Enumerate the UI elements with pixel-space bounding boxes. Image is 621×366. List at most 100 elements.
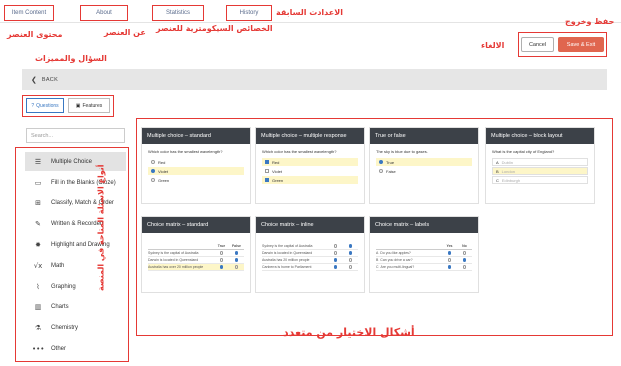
card-title: Multiple choice – block layout xyxy=(486,128,594,144)
annotation-about-item: عن العنصر xyxy=(104,28,146,37)
sidebar-item-label: Charts xyxy=(51,303,69,310)
sidebar-item[interactable]: ⌇ Graphing xyxy=(25,277,126,296)
matrix-header: True False xyxy=(148,243,244,250)
list-icon: ☰ xyxy=(34,157,42,166)
sidebar-item[interactable]: ☰ Multiple Choice xyxy=(25,152,126,171)
option-label: Violet xyxy=(158,168,168,174)
option-label: Dublin xyxy=(501,159,514,165)
search-input[interactable]: Search... xyxy=(26,128,125,143)
option-label: Red xyxy=(158,159,166,165)
option-letter: A xyxy=(496,159,499,165)
features-toggle[interactable]: ▣ Features xyxy=(68,98,110,113)
option-row: Red xyxy=(262,158,358,166)
option-label: False xyxy=(386,168,396,174)
annotation-question-features: السؤال والمميزات xyxy=(35,54,107,63)
annotation-cancel: الالغاء xyxy=(481,41,505,50)
matrix-row-letter: A xyxy=(376,251,379,255)
more-icon: ••• xyxy=(32,344,45,353)
matrix-row-label: Are you multi-lingual? xyxy=(380,265,415,269)
card-matrix-inline[interactable]: Choice matrix – inline Sydney is the cap… xyxy=(256,217,364,292)
matrix-col-label: Yes xyxy=(446,244,453,248)
highlight-icon: ✸ xyxy=(35,240,41,249)
chevron-left-icon: ❮ xyxy=(31,76,37,84)
graph-icon: ⌇ xyxy=(36,282,40,291)
sidebar-item[interactable]: ▭ Fill in the Blanks (Cloze) xyxy=(25,173,126,192)
back-bar[interactable]: ❮ BACK xyxy=(22,69,607,90)
matrix-row-letter: B xyxy=(376,258,379,262)
sidebar-item[interactable]: ••• Other xyxy=(25,339,126,358)
save-exit-button[interactable]: Save & Exit xyxy=(558,37,604,52)
sidebar-item-label: Multiple Choice xyxy=(51,158,93,165)
annotation-psychometric: الخصائص السيكومترية للعنصر xyxy=(156,24,273,33)
cancel-button[interactable]: Cancel xyxy=(521,37,554,52)
radio-icon xyxy=(379,160,383,164)
matrix-row-label: Canberra is home to Parliament xyxy=(262,265,312,269)
questions-toggle[interactable]: ? Questions xyxy=(26,98,64,113)
sidebar-item[interactable]: ▥ Charts xyxy=(25,297,126,316)
card-mc-standard[interactable]: Multiple choice – standard Which color h… xyxy=(142,128,250,203)
option-letter: C xyxy=(496,177,499,183)
option-row: False xyxy=(376,167,472,175)
pencil-icon: ✎ xyxy=(35,219,41,228)
sidebar-item[interactable]: ✎ Written & Recorded xyxy=(25,214,126,233)
matrix-row-label: Sydney is the capital of Australia xyxy=(262,244,313,248)
matrix-row: Australia has 20 million people xyxy=(262,257,358,264)
radio-icon xyxy=(151,160,155,164)
card-matrix-standard[interactable]: Choice matrix – standard True False Sydne… xyxy=(142,217,250,292)
sidebar-item[interactable]: ⊞ Classify, Match & Order xyxy=(25,193,126,212)
card-title: Choice matrix – inline xyxy=(256,217,364,233)
matrix-col-label: No xyxy=(462,244,467,248)
card-prompt: What is the capital city of England? xyxy=(492,149,555,154)
grid-icon: ⊞ xyxy=(35,198,41,207)
radio-icon xyxy=(151,169,155,173)
option-label: Violet xyxy=(272,168,282,174)
matrix-row: A Do you like apples? xyxy=(376,250,472,257)
card-title: Choice matrix – labels xyxy=(370,217,478,233)
matrix-col-label: False xyxy=(232,244,241,248)
option-label: Green xyxy=(272,177,284,183)
annotation-save-exit: حفظ وخروج xyxy=(565,17,615,26)
option-row: Red xyxy=(148,158,244,166)
matrix-row: Australia has over 20 million people xyxy=(148,264,244,271)
matrix-row: Sydney is the capital of Australia xyxy=(148,250,244,257)
tab-about[interactable]: About xyxy=(80,5,128,21)
tab-statistics[interactable]: Statistics xyxy=(152,5,204,21)
matrix-row: Darwin is located in Queensland xyxy=(262,250,358,257)
matrix-row-letter: C xyxy=(376,265,379,269)
option-row: True xyxy=(376,158,472,166)
sidebar-item-label: Math xyxy=(51,262,65,269)
annotation-previous-settings: الاعدادت السابقة xyxy=(276,8,343,17)
matrix-row-label: Darwin is located in Queensland xyxy=(262,251,313,255)
card-title: Choice matrix – standard xyxy=(142,217,250,233)
card-title: Multiple choice – multiple response xyxy=(256,128,364,144)
matrix-row: C Are you multi-lingual? xyxy=(376,264,472,271)
option-label: London xyxy=(501,168,516,174)
tabs-divider xyxy=(0,22,621,23)
sidebar-item-label: Other xyxy=(51,345,67,352)
radio-icon xyxy=(151,178,155,182)
editor-screen: { "top_tabs": [ {"label": "Item Content"… xyxy=(0,0,621,366)
matrix-row-label: Darwin is located in Queensland xyxy=(148,258,199,262)
tab-history[interactable]: History xyxy=(226,5,272,21)
tab-item-content[interactable]: Item Content xyxy=(4,5,54,21)
matrix-row-label: Australia has 20 million people xyxy=(262,258,310,262)
matrix-header: Yes No xyxy=(376,243,472,250)
sidebar-item-label: Chemistry xyxy=(51,324,79,331)
matrix-row-label: Sydney is the capital of Australia xyxy=(148,251,199,255)
sidebar-item[interactable]: ⚗ Chemistry xyxy=(25,318,126,337)
card-true-false[interactable]: True or false The sky is blue due to gas… xyxy=(370,128,478,203)
sidebar-item[interactable]: √x Math xyxy=(25,256,126,275)
checkbox-icon xyxy=(265,178,269,182)
card-title: True or false xyxy=(370,128,478,144)
blank-box-icon: ▭ xyxy=(34,178,42,187)
sidebar-item[interactable]: ✸ Highlight and Drawing xyxy=(25,235,126,254)
option-label: Green xyxy=(158,177,170,183)
option-row: C Edinburgh xyxy=(492,176,588,184)
card-mc-multiple-response[interactable]: Multiple choice – multiple response Whic… xyxy=(256,128,364,203)
sidebar-item-label: Written & Recorded xyxy=(51,220,104,227)
flask-icon: ⚗ xyxy=(34,323,42,332)
matrix-row-label: Australia has over 20 million people xyxy=(148,265,204,269)
option-row: Violet xyxy=(148,167,244,175)
card-block-layout[interactable]: Multiple choice – block layout What is t… xyxy=(486,128,594,203)
card-matrix-labels[interactable]: Choice matrix – labels Yes No A Do you li… xyxy=(370,217,478,292)
